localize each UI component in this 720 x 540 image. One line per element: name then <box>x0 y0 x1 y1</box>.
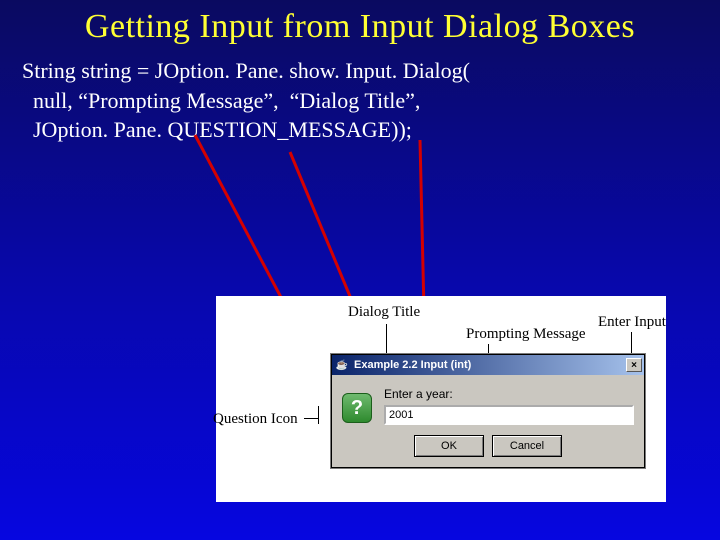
label-prompting-message: Prompting Message <box>466 326 586 343</box>
code-line-3: JOption. Pane. QUESTION_MESSAGE)); <box>22 115 700 145</box>
input-dialog: ☕ Example 2.2 Input (int) × ? Enter a ye… <box>331 354 645 468</box>
button-row: OK Cancel <box>332 431 644 467</box>
question-icon: ? <box>342 393 372 423</box>
ok-button[interactable]: OK <box>414 435 484 457</box>
label-dialog-title: Dialog Title <box>348 304 420 321</box>
code-block: String string = JOption. Pane. show. Inp… <box>0 56 720 145</box>
slide-title: Getting Input from Input Dialog Boxes <box>0 0 720 56</box>
cancel-button[interactable]: Cancel <box>492 435 562 457</box>
figure-area: Dialog Title Prompting Message Enter Inp… <box>216 296 666 502</box>
java-icon: ☕ <box>334 357 350 373</box>
year-input[interactable] <box>384 405 634 425</box>
callout-tick <box>304 418 318 419</box>
dialog-titlebar: ☕ Example 2.2 Input (int) × <box>332 355 644 375</box>
label-enter-input: Enter Input <box>598 314 666 331</box>
callout-tick <box>386 324 387 354</box>
dialog-body: ? Enter a year: <box>332 375 644 431</box>
code-line-2: null, “Prompting Message”, “Dialog Title… <box>22 86 700 116</box>
form-column: Enter a year: <box>384 387 634 425</box>
dialog-title-text: Example 2.2 Input (int) <box>354 359 626 371</box>
label-question-icon: Question Icon <box>213 411 298 428</box>
callout-tick <box>318 406 319 424</box>
prompt-text: Enter a year: <box>384 387 634 401</box>
close-button[interactable]: × <box>626 358 642 372</box>
code-line-1: String string = JOption. Pane. show. Inp… <box>22 56 700 86</box>
icon-column: ? <box>340 387 374 425</box>
